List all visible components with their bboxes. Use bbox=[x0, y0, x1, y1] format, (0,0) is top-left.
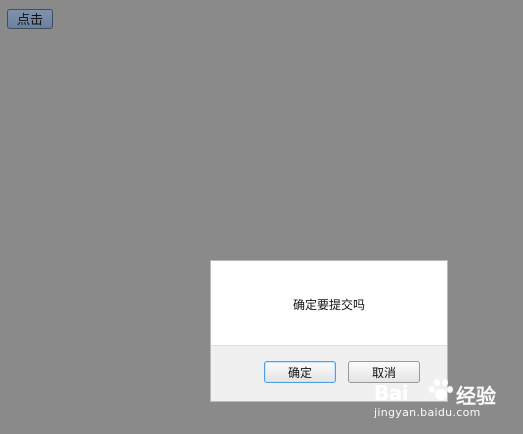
click-button[interactable]: 点击 bbox=[7, 9, 53, 29]
watermark-url: jingyan.baidu.com bbox=[374, 406, 481, 419]
confirm-dialog: 确定要提交吗 确定 取消 bbox=[210, 260, 448, 402]
dialog-footer: 确定 取消 bbox=[211, 345, 447, 401]
dialog-message: 确定要提交吗 bbox=[292, 298, 365, 312]
cancel-button[interactable]: 取消 bbox=[348, 361, 420, 383]
watermark-brand-right: 经验 bbox=[456, 384, 496, 408]
ok-button[interactable]: 确定 bbox=[264, 361, 336, 383]
